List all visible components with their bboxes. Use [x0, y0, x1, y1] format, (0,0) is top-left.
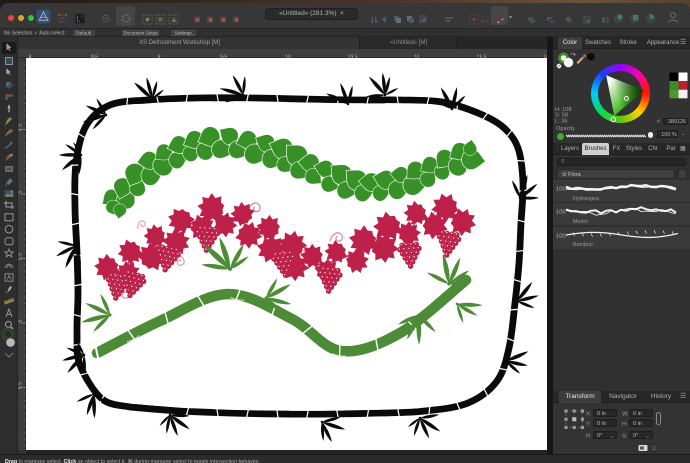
svg-text:5: 5: [18, 190, 24, 193]
svg-text:5.5: 5.5: [18, 253, 24, 260]
svg-text:4.5: 4.5: [18, 124, 24, 131]
svg-text:6: 6: [18, 319, 24, 322]
svg-text:A: A: [7, 275, 12, 282]
svg-text:6.5: 6.5: [18, 382, 24, 389]
